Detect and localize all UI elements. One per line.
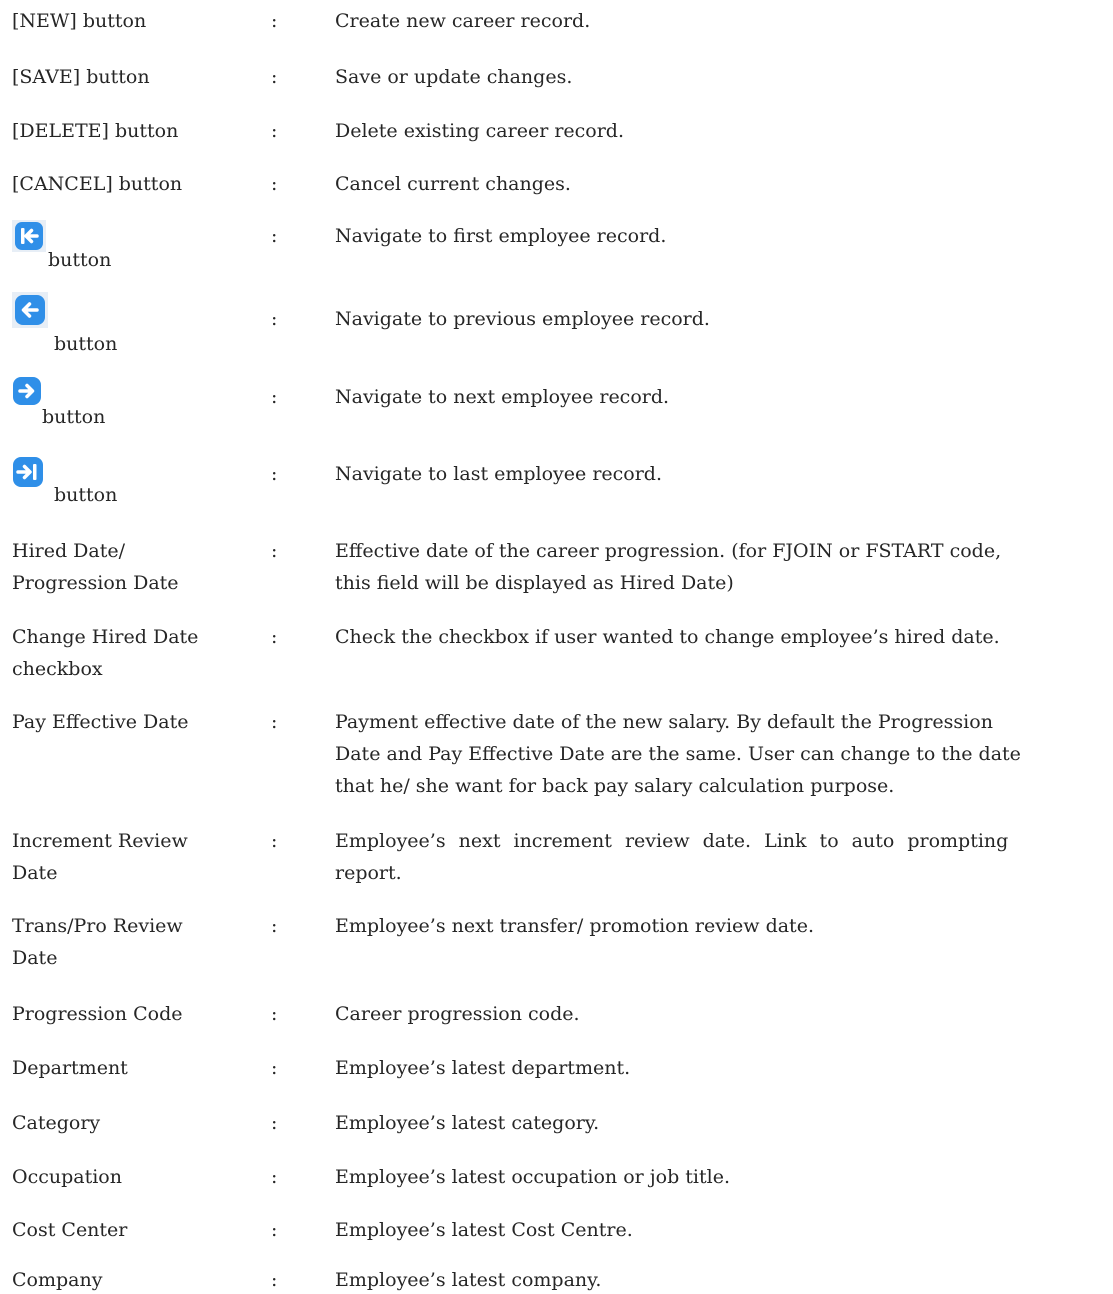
term-line: Date xyxy=(12,862,58,884)
term-delete-button: [DELETE] button xyxy=(12,120,179,142)
separator-colon: : xyxy=(271,463,278,485)
term-line: Progression Date xyxy=(12,572,179,594)
icon-button-label: button xyxy=(42,406,106,428)
term-company: Company xyxy=(12,1269,103,1291)
description: Employee’s latest department. xyxy=(335,1057,631,1079)
separator-colon: : xyxy=(271,1057,278,1079)
previous-record-icon xyxy=(12,292,48,328)
term-category: Category xyxy=(12,1112,101,1134)
description: Employee’s latest Cost Centre. xyxy=(335,1219,633,1241)
description: Navigate to next employee record. xyxy=(335,386,670,408)
description-line: Employee’s next increment review date. L… xyxy=(335,830,1009,852)
description-line: Payment effective date of the new salary… xyxy=(335,711,993,733)
term-new-button: [NEW] button xyxy=(12,10,147,32)
separator-colon: : xyxy=(271,626,278,648)
term-line: Date xyxy=(12,947,58,969)
description: Payment effective date of the new salary… xyxy=(335,708,1103,800)
separator-colon: : xyxy=(271,308,278,330)
term-line: Increment Review xyxy=(12,830,188,852)
term-progression-code: Progression Code xyxy=(12,1003,183,1025)
description: Create new career record. xyxy=(335,10,591,32)
term-occupation: Occupation xyxy=(12,1166,122,1188)
term-line: checkbox xyxy=(12,658,103,680)
term-cost-center: Cost Center xyxy=(12,1219,128,1241)
description: Cancel current changes. xyxy=(335,173,571,195)
term-pay-effective-date: Pay Effective Date xyxy=(12,711,189,733)
description: Navigate to first employee record. xyxy=(335,225,667,247)
description-line: Date and Pay Effective Date are the same… xyxy=(335,743,1021,765)
description-line: this field will be displayed as Hired Da… xyxy=(335,572,734,594)
separator-colon: : xyxy=(271,830,278,852)
description: Navigate to previous employee record. xyxy=(335,308,710,330)
term-increment-review-date: Increment Review Date xyxy=(12,827,188,887)
description: Career progression code. xyxy=(335,1003,580,1025)
separator-colon: : xyxy=(271,540,278,562)
term-trans-pro-review-date: Trans/Pro Review Date xyxy=(12,912,183,972)
next-record-icon xyxy=(12,376,42,406)
term-save-button: [SAVE] button xyxy=(12,66,150,88)
description-line: Effective date of the career progression… xyxy=(335,540,1002,562)
description: Employee’s next increment review date. L… xyxy=(335,827,1103,887)
description: Navigate to last employee record. xyxy=(335,463,663,485)
description-line: report. xyxy=(335,862,402,884)
description: Employee’s latest occupation or job titl… xyxy=(335,1166,731,1188)
description: Save or update changes. xyxy=(335,66,573,88)
separator-colon: : xyxy=(271,915,278,937)
term-line: Change Hired Date xyxy=(12,626,199,648)
separator-colon: : xyxy=(271,66,278,88)
description: Employee’s latest category. xyxy=(335,1112,600,1134)
first-record-icon xyxy=(12,220,46,252)
separator-colon: : xyxy=(271,1219,278,1241)
last-record-icon xyxy=(12,456,44,488)
term-department: Department xyxy=(12,1057,128,1079)
separator-colon: : xyxy=(271,10,278,32)
separator-colon: : xyxy=(271,120,278,142)
icon-button-label: button xyxy=(48,249,112,271)
description: Effective date of the career progression… xyxy=(335,537,1103,597)
description-line: that he/ she want for back pay salary ca… xyxy=(335,775,895,797)
description: Employee’s next transfer/ promotion revi… xyxy=(335,915,814,937)
icon-button-label: button xyxy=(54,333,118,355)
description: Employee’s latest company. xyxy=(335,1269,602,1291)
separator-colon: : xyxy=(271,225,278,247)
icon-button-label: button xyxy=(54,484,118,506)
separator-colon: : xyxy=(271,1003,278,1025)
separator-colon: : xyxy=(271,1112,278,1134)
separator-colon: : xyxy=(271,173,278,195)
separator-colon: : xyxy=(271,1166,278,1188)
description: Check the checkbox if user wanted to cha… xyxy=(335,626,1000,648)
separator-colon: : xyxy=(271,1269,278,1291)
description: Delete existing career record. xyxy=(335,120,625,142)
term-line: Hired Date/ xyxy=(12,540,126,562)
term-hired-progression-date: Hired Date/ Progression Date xyxy=(12,537,179,597)
separator-colon: : xyxy=(271,711,278,733)
term-change-hired-date-checkbox: Change Hired Date checkbox xyxy=(12,623,198,683)
term-cancel-button: [CANCEL] button xyxy=(12,173,183,195)
separator-colon: : xyxy=(271,386,278,408)
term-line: Trans/Pro Review xyxy=(12,915,183,937)
